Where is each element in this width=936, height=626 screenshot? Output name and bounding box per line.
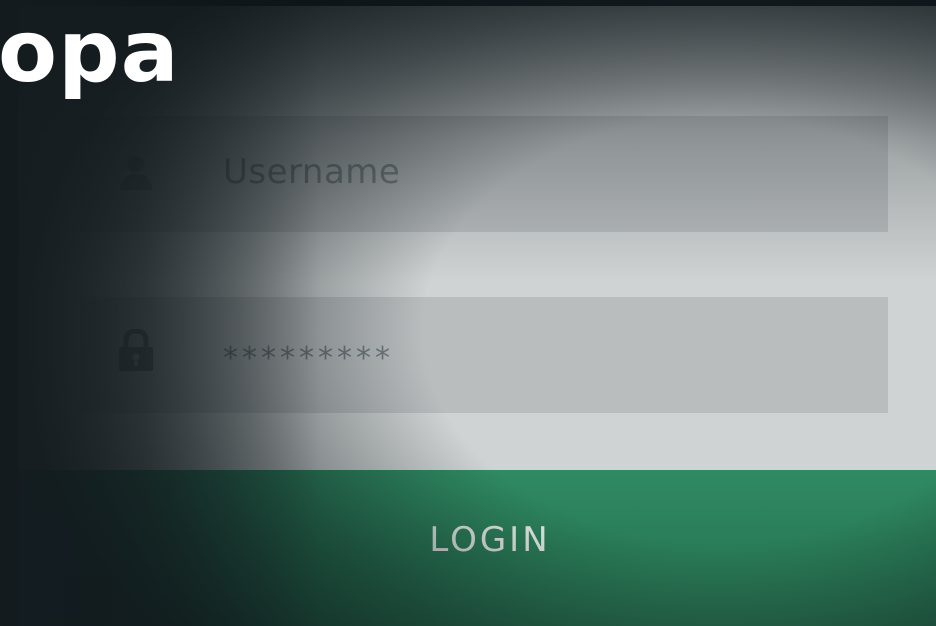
login-button-label: LOGIN: [429, 520, 551, 560]
password-masked-value: *********: [223, 341, 394, 376]
headline-text: opa: [0, 2, 180, 102]
password-field[interactable]: *********: [80, 297, 888, 413]
username-placeholder: Username: [223, 152, 401, 192]
lock-icon: [119, 329, 153, 371]
photo-stage: Username ********* LOGIN opa: [0, 0, 936, 626]
login-button[interactable]: LOGIN: [18, 470, 936, 626]
user-icon: [120, 156, 152, 190]
username-field[interactable]: Username: [80, 116, 888, 232]
